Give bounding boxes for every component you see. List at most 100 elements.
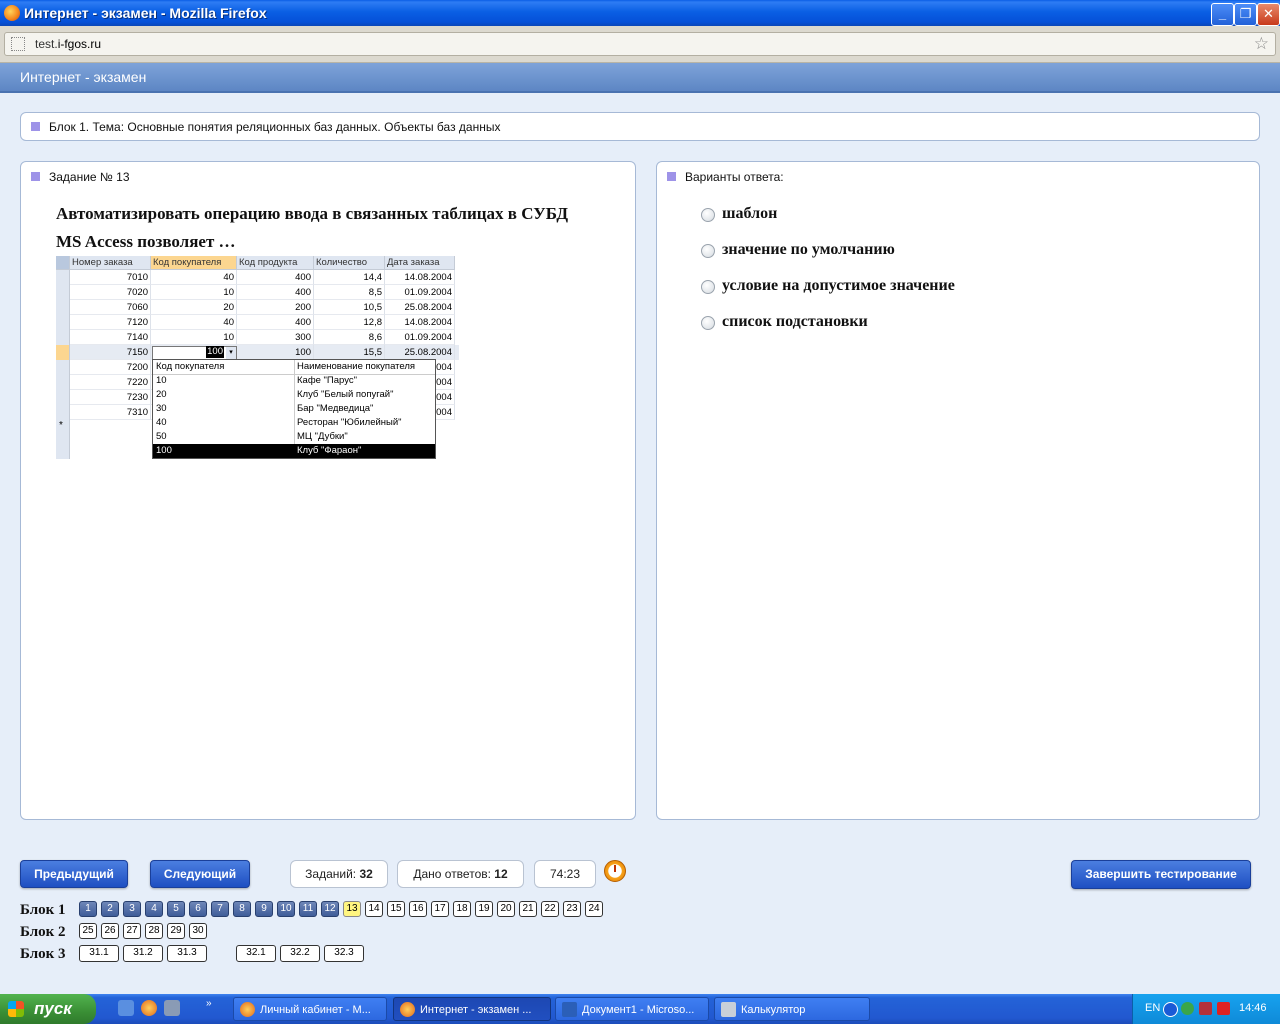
taskbar-item[interactable]: Документ1 - Microso... xyxy=(555,997,709,1021)
question-nav-button[interactable]: 8 xyxy=(233,901,251,917)
dropdown-option[interactable]: 100 Клуб "Фараон" xyxy=(153,444,435,458)
radio-button[interactable] xyxy=(701,280,715,294)
question-nav-button[interactable]: 28 xyxy=(145,923,163,939)
table-cell[interactable]: 7010 xyxy=(70,270,151,285)
question-nav-button[interactable]: 12 xyxy=(321,901,339,917)
ie-quicklaunch-icon[interactable] xyxy=(118,1000,134,1016)
question-nav-button[interactable]: 31.3 xyxy=(167,945,207,962)
question-nav-button[interactable]: 18 xyxy=(453,901,471,917)
table-cell[interactable]: 8,5 xyxy=(314,285,385,300)
table-cell[interactable]: 7230 xyxy=(70,390,151,405)
table-cell[interactable]: 7140 xyxy=(70,330,151,345)
firefox-quicklaunch-icon[interactable] xyxy=(141,1000,157,1016)
table-cell[interactable]: 40 xyxy=(151,270,237,285)
table-cell[interactable]: 01.09.2004 xyxy=(385,330,455,345)
table-cell[interactable]: 10,5 xyxy=(314,300,385,315)
question-nav-button[interactable]: 9 xyxy=(255,901,273,917)
question-nav-button[interactable]: 4 xyxy=(145,901,163,917)
question-nav-button[interactable]: 17 xyxy=(431,901,449,917)
table-cell[interactable]: 25.08.2004 xyxy=(385,300,455,315)
table-cell[interactable]: 14.08.2004 xyxy=(385,270,455,285)
radio-button[interactable] xyxy=(701,244,715,258)
question-nav-button[interactable]: 2 xyxy=(101,901,119,917)
start-button[interactable]: пуск xyxy=(0,994,96,1024)
radio-button[interactable] xyxy=(701,208,715,222)
network-icon[interactable] xyxy=(1181,1002,1194,1015)
question-nav-button[interactable]: 22 xyxy=(541,901,559,917)
question-nav-button[interactable]: 3 xyxy=(123,901,141,917)
antivirus-icon[interactable] xyxy=(1217,1002,1230,1015)
question-nav-button[interactable]: 1 xyxy=(79,901,97,917)
table-cell[interactable]: 7200 xyxy=(70,360,151,375)
table-cell[interactable]: 20 xyxy=(151,300,237,315)
table-cell[interactable]: 7060 xyxy=(70,300,151,315)
table-cell[interactable]: 7220 xyxy=(70,375,151,390)
column-header[interactable]: Код покупателя xyxy=(151,256,237,270)
table-cell[interactable]: 400 xyxy=(237,315,314,330)
table-cell[interactable]: 8,6 xyxy=(314,330,385,345)
question-nav-button[interactable]: 31.1 xyxy=(79,945,119,962)
question-nav-button[interactable]: 16 xyxy=(409,901,427,917)
window-titlebar[interactable]: Интернет - экзамен - Mozilla Firefox _ ❐… xyxy=(0,0,1280,26)
question-nav-button[interactable]: 5 xyxy=(167,901,185,917)
taskbar-item-active[interactable]: Интернет - экзамен ... xyxy=(393,997,551,1021)
quicklaunch-chevron-icon[interactable]: » xyxy=(206,998,212,1009)
table-cell[interactable]: 100 xyxy=(237,345,314,360)
question-nav-button[interactable]: 32.1 xyxy=(236,945,276,962)
program-quicklaunch-icon[interactable] xyxy=(164,1000,180,1016)
table-cell[interactable]: 7020 xyxy=(70,285,151,300)
taskbar-item[interactable]: Калькулятор xyxy=(714,997,870,1021)
question-nav-button[interactable]: 7 xyxy=(211,901,229,917)
column-header[interactable]: Номер заказа xyxy=(70,256,151,270)
question-nav-button[interactable]: 15 xyxy=(387,901,405,917)
question-nav-button[interactable]: 14 xyxy=(365,901,383,917)
question-nav-button[interactable]: 20 xyxy=(497,901,515,917)
question-nav-button[interactable]: 13 xyxy=(343,901,361,917)
question-nav-button[interactable]: 24 xyxy=(585,901,603,917)
radio-button[interactable] xyxy=(701,316,715,330)
question-nav-button[interactable]: 27 xyxy=(123,923,141,939)
bookmark-star-icon[interactable]: ☆ xyxy=(1254,34,1269,54)
table-cell[interactable]: 7150 xyxy=(70,345,151,360)
minimize-button[interactable]: _ xyxy=(1211,3,1234,26)
lookup-dropdown-list[interactable]: Код покупателя Наименование покупателя 10 К… xyxy=(152,359,436,459)
url-field[interactable]: test.i-fgos.ru ☆ xyxy=(4,32,1276,56)
column-header[interactable]: Количество xyxy=(314,256,385,270)
question-nav-button[interactable]: 31.2 xyxy=(123,945,163,962)
table-cell[interactable]: 200 xyxy=(237,300,314,315)
table-cell[interactable]: 15,5 xyxy=(314,345,385,360)
column-header[interactable]: Дата заказа xyxy=(385,256,455,270)
dropdown-option[interactable]: 50 МЦ "Дубки" xyxy=(153,430,435,444)
restore-button[interactable]: ❐ xyxy=(1234,3,1257,26)
dropdown-option[interactable]: 30 Бар "Медведица" xyxy=(153,402,435,416)
dropdown-option[interactable]: 20 Клуб "Белый попугай" xyxy=(153,388,435,402)
dropdown-option[interactable]: 40 Ресторан "Юбилейный" xyxy=(153,416,435,430)
dropdown-arrow-icon[interactable]: ▾ xyxy=(226,347,236,359)
table-cell[interactable]: 40 xyxy=(151,315,237,330)
site-identity-icon[interactable] xyxy=(11,37,25,51)
close-button[interactable]: ✕ xyxy=(1257,3,1280,26)
language-indicator[interactable]: EN xyxy=(1145,1002,1160,1014)
question-nav-button[interactable]: 10 xyxy=(277,901,295,917)
table-cell[interactable]: 14.08.2004 xyxy=(385,315,455,330)
table-cell[interactable]: 01.09.2004 xyxy=(385,285,455,300)
table-cell[interactable]: 14,4 xyxy=(314,270,385,285)
table-cell[interactable]: 7310 xyxy=(70,405,151,420)
security-icon[interactable] xyxy=(1199,1002,1212,1015)
table-cell[interactable]: 300 xyxy=(237,330,314,345)
question-nav-button[interactable]: 21 xyxy=(519,901,537,917)
question-nav-button[interactable]: 29 xyxy=(167,923,185,939)
dropdown-option[interactable]: 10 Кафе "Парус" xyxy=(153,374,435,388)
taskbar-item[interactable]: Личный кабинет - M... xyxy=(233,997,387,1021)
back-arrow-icon[interactable] xyxy=(1163,1002,1178,1017)
lookup-combobox[interactable]: 100 ▾ xyxy=(152,346,237,360)
question-nav-button[interactable]: 26 xyxy=(101,923,119,939)
table-cell[interactable]: 25.08.2004 xyxy=(385,345,455,360)
question-nav-button[interactable]: 32.2 xyxy=(280,945,320,962)
table-cell[interactable]: 10 xyxy=(151,285,237,300)
question-nav-button[interactable]: 30 xyxy=(189,923,207,939)
question-nav-button[interactable]: 25 xyxy=(79,923,97,939)
question-nav-button[interactable]: 19 xyxy=(475,901,493,917)
previous-button[interactable]: Предыдущий xyxy=(20,860,128,888)
column-header[interactable]: Код продукта xyxy=(237,256,314,270)
